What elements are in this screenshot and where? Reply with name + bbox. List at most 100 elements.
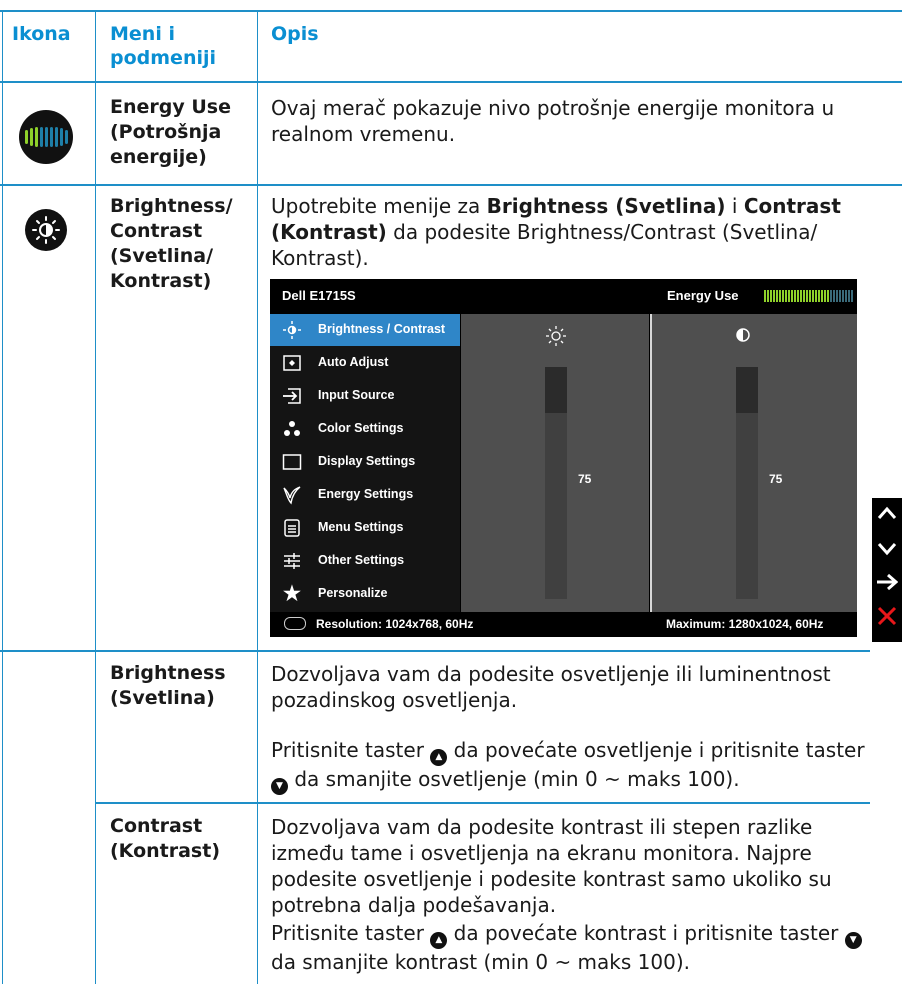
contrast-value: 75 — [769, 472, 783, 486]
right-arrow-icon[interactable] — [876, 570, 902, 600]
energy-meter-bar — [797, 290, 799, 302]
energy-meter-bar — [764, 290, 766, 302]
energy-meter-bar — [809, 290, 811, 302]
brightness-icon — [545, 325, 567, 352]
osd-menu-item-menu-settings[interactable]: Menu Settings — [270, 512, 460, 544]
energy-meter-bar — [851, 290, 853, 302]
col-rule-left — [2, 10, 3, 984]
energy-meter-bar — [785, 290, 787, 302]
energy-meter-bar — [833, 290, 835, 302]
vga-connector-icon — [284, 617, 306, 630]
energy-meter-bar — [836, 290, 838, 302]
osd-menu-item-energy-settings[interactable]: Energy Settings — [270, 479, 460, 511]
energy-meter-bar — [773, 290, 775, 302]
osd-resolution: Resolution: 1024x768, 60Hz — [316, 617, 474, 631]
document-page: Ikona Meni i podmeniji Opis Energy Use (… — [0, 0, 902, 984]
brightness-icon — [25, 209, 67, 251]
osd-brightness-panel: 75 — [461, 314, 649, 612]
desc-brightness-keys: Pritisnite taster ▲ da povećate osvetlje… — [271, 737, 871, 795]
energy-meter-bar — [776, 290, 778, 302]
up-button-icon: ▲ — [430, 932, 448, 949]
menu-energy-use: Energy Use (Potrošnja energije) — [110, 96, 231, 168]
osd-maximum-resolution: Maximum: 1280x1024, 60Hz — [666, 617, 824, 631]
osd-menu-item-brightness-contrast[interactable]: Brightness / Contrast — [270, 314, 460, 346]
input-source-icon — [282, 386, 302, 406]
osd-menu-item-display-settings[interactable]: Display Settings — [270, 446, 460, 478]
desc-contrast: Dozvoljava vam da podesite kontrast ili … — [271, 815, 832, 917]
row-rule-3 — [95, 802, 870, 804]
down-button-icon: ▼ — [271, 778, 288, 795]
desc-brightness-contrast: Upotrebite menije za Brightness (Svetlin… — [271, 194, 841, 270]
brightness-icon — [282, 320, 302, 340]
energy-meter-bar — [830, 290, 832, 302]
energy-meter-bar — [815, 290, 817, 302]
header-rule — [0, 81, 902, 83]
col-rule-2 — [257, 10, 258, 984]
col-rule-1 — [95, 10, 96, 984]
energy-meter-bar — [845, 290, 847, 302]
header-desc: Opis — [271, 23, 319, 45]
energy-meter-bar — [848, 290, 850, 302]
energy-meter-bar — [824, 290, 826, 302]
osd-energy-label: Energy Use — [667, 288, 739, 303]
osd-menu-item-input-source[interactable]: Input Source — [270, 380, 460, 412]
row-rule-1 — [0, 184, 902, 186]
osd-energy-meter — [764, 290, 853, 302]
table-top-rule — [0, 10, 902, 12]
color-settings-icon — [282, 419, 302, 439]
energy-meter-bar — [803, 290, 805, 302]
energy-meter-bar — [767, 290, 769, 302]
energy-meter-bar — [827, 290, 829, 302]
star-icon: ★ — [283, 583, 301, 605]
osd-menu: Brightness / Contrast Auto Adjust Input … — [270, 314, 460, 612]
energy-meter-bar — [842, 290, 844, 302]
osd-footer: Resolution: 1024x768, 60Hz Maximum: 1280… — [270, 612, 857, 637]
energy-meter-bar — [800, 290, 802, 302]
energy-meter-bar — [782, 290, 784, 302]
up-arrow-icon[interactable] — [876, 502, 902, 532]
contrast-icon — [736, 328, 750, 347]
down-button-icon: ▼ — [844, 932, 862, 949]
desc-contrast-keys: Pritisnite taster ▲ da povećate kontrast… — [271, 920, 871, 975]
osd-menu-item-color-settings[interactable]: Color Settings — [270, 413, 460, 445]
menu-contrast: Contrast (Kontrast) — [110, 815, 221, 862]
energy-meter-bar — [770, 290, 772, 302]
osd-menu-item-other-settings[interactable]: Other Settings — [270, 545, 460, 577]
osd-side-buttons — [872, 498, 902, 642]
close-icon[interactable] — [876, 604, 902, 634]
energy-meter-icon — [19, 110, 73, 164]
brightness-slider[interactable] — [545, 367, 567, 599]
osd-model: Dell E1715S — [282, 288, 356, 303]
auto-adjust-icon — [282, 353, 302, 373]
desc-energy-use: Ovaj merač pokazuje nivo potrošnje energ… — [271, 96, 835, 146]
brightness-value: 75 — [578, 472, 592, 486]
contrast-slider[interactable] — [736, 367, 758, 599]
osd-contrast-panel: 75 — [652, 314, 857, 612]
desc-brightness: Dozvoljava vam da podesite osvetljenje i… — [271, 662, 831, 712]
energy-meter-bar — [839, 290, 841, 302]
osd-menu-item-personalize[interactable]: ★ Personalize — [270, 578, 460, 610]
energy-settings-icon — [282, 485, 302, 505]
energy-meter-bar — [821, 290, 823, 302]
header-menu: Meni i podmeniji — [110, 23, 217, 69]
up-button-icon: ▲ — [430, 749, 448, 766]
brightness-slider-handle[interactable] — [545, 367, 567, 413]
menu-settings-icon — [282, 518, 302, 538]
row-rule-2 — [0, 650, 870, 652]
osd-screenshot: Dell E1715S Energy Use Brightness / Cont… — [270, 279, 857, 637]
energy-meter-bar — [812, 290, 814, 302]
menu-brightness: Brightness (Svetlina) — [110, 662, 226, 709]
osd-menu-item-auto-adjust[interactable]: Auto Adjust — [270, 347, 460, 379]
energy-meter-bar — [806, 290, 808, 302]
header-icon: Ikona — [12, 23, 71, 45]
energy-meter-bar — [794, 290, 796, 302]
display-settings-icon — [282, 452, 302, 472]
down-arrow-icon[interactable] — [876, 536, 902, 566]
menu-brightness-contrast: Brightness/ Contrast (Svetlina/ Kontrast… — [110, 195, 233, 292]
energy-meter-bar — [779, 290, 781, 302]
contrast-slider-handle[interactable] — [736, 367, 758, 413]
energy-meter-bar — [788, 290, 790, 302]
energy-meter-bar — [791, 290, 793, 302]
other-settings-icon — [282, 551, 302, 571]
energy-meter-bar — [818, 290, 820, 302]
